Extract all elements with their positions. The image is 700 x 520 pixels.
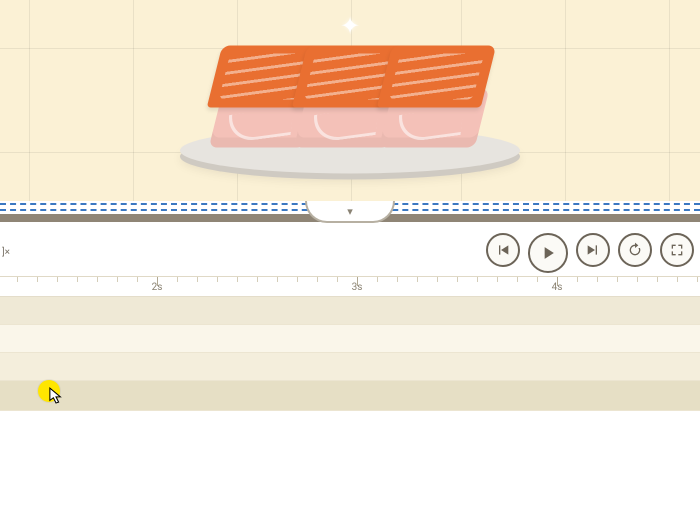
play-icon [538,243,558,263]
ruler-minor-tick [57,277,58,282]
timeline-ruler[interactable]: 2s 3s 4s [0,277,700,297]
ruler-minor-tick [417,277,418,282]
canvas-object-sushi-plate[interactable] [165,7,535,177]
ruler-minor-tick [237,277,238,282]
ruler-tick-label: 4s [552,282,563,293]
ruler-tick-label: 2s [152,282,163,293]
empty-area [0,411,700,520]
grid-line [669,0,670,201]
timeline-track[interactable] [0,297,700,325]
ruler-minor-tick [537,277,538,282]
ruler-minor-tick [37,277,38,282]
transport-bar: ]× [0,229,700,277]
panel-drag-handle[interactable]: ▾ [305,201,395,223]
ruler-minor-tick [317,277,318,282]
expand-icon [669,242,685,258]
play-button[interactable] [528,233,568,273]
ruler-minor-tick [217,277,218,282]
transport-buttons [486,233,694,273]
timeline-track[interactable] [0,353,700,381]
ruler-minor-tick [477,277,478,282]
loop-icon [627,242,643,258]
chevron-down-icon: ▾ [347,205,353,218]
ruler-minor-tick [577,277,578,282]
ruler-minor-tick [297,277,298,282]
ruler-minor-tick [497,277,498,282]
skip-forward-icon [585,242,601,258]
ruler-minor-tick [637,277,638,282]
ruler-minor-tick [457,277,458,282]
ruler-tick-label: 3s [352,282,363,293]
timeline-track[interactable] [0,325,700,353]
grid-line [133,0,134,201]
ruler-minor-tick [117,277,118,282]
grid-line [565,0,566,201]
skip-back-icon [495,242,511,258]
fullscreen-button[interactable] [660,233,694,267]
plate-illustration [165,7,535,177]
ruler-minor-tick [177,277,178,282]
canvas-stage[interactable]: ✦ [0,0,700,201]
ruler-minor-tick [597,277,598,282]
sushi-row [210,47,490,147]
timeline-track[interactable] [0,381,700,411]
ruler-minor-tick [437,277,438,282]
ruler-minor-tick [137,277,138,282]
go-to-end-button[interactable] [576,233,610,267]
timeline-scale-indicator: ]× [0,247,10,258]
ruler-minor-tick [197,277,198,282]
ruler-minor-tick [337,277,338,282]
grid-line [29,0,30,201]
timeline-tracks [0,297,700,411]
ruler-minor-tick [657,277,658,282]
ruler-minor-tick [17,277,18,282]
loop-button[interactable] [618,233,652,267]
ruler-minor-tick [257,277,258,282]
ruler-minor-tick [377,277,378,282]
ruler-minor-tick [97,277,98,282]
ruler-minor-tick [277,277,278,282]
ruler-minor-tick [77,277,78,282]
ruler-minor-tick [617,277,618,282]
cursor-highlight [38,380,60,402]
ruler-minor-tick [517,277,518,282]
restart-button[interactable] [486,233,520,267]
ruler-minor-tick [677,277,678,282]
sushi-piece [380,47,490,147]
ruler-minor-tick [397,277,398,282]
panel-separator[interactable]: ▾ [0,201,700,229]
ruler-minor-tick [697,277,698,282]
